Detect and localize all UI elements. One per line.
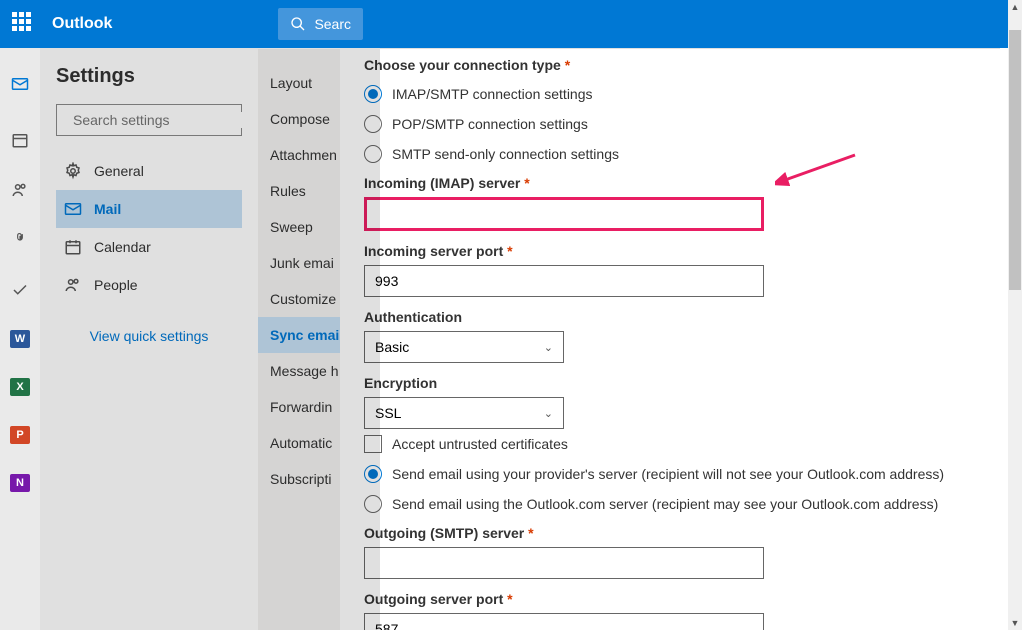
subitem-junk-email[interactable]: Junk emai [258,245,340,281]
radio-label: IMAP/SMTP connection settings [392,86,593,102]
scroll-down-arrow[interactable]: ▼ [1008,616,1022,630]
left-app-rail: W X P N [0,48,40,630]
subitem-rules[interactable]: Rules [258,173,340,209]
incoming-port-input[interactable] [364,265,764,297]
subitem-sweep[interactable]: Sweep [258,209,340,245]
mail-icon [64,200,82,218]
subitem-subscriptions[interactable]: Subscripti [258,461,340,497]
authentication-select[interactable]: Basic ⌄ [364,331,564,363]
rail-mail-icon[interactable] [0,68,29,100]
incoming-server-label: Incoming (IMAP) server * [364,175,984,191]
gear-icon [64,162,82,180]
subitem-attachments[interactable]: Attachmen [258,137,340,173]
settings-form-area: Choose your connection type * IMAP/SMTP … [340,49,1000,630]
encryption-label: Encryption [364,375,984,391]
scrollbar[interactable]: ▲ ▼ [1008,0,1022,630]
scroll-thumb[interactable] [1009,30,1021,290]
settings-subitems-column: Layout Compose Attachmen Rules Sweep Jun… [258,49,340,630]
encryption-select[interactable]: SSL ⌄ [364,397,564,429]
checkbox-label: Accept untrusted certificates [392,436,568,452]
rail-onenote-icon[interactable]: N [10,474,30,492]
radio-label: SMTP send-only connection settings [392,146,619,162]
rail-people-icon[interactable] [10,180,30,200]
rail-files-icon[interactable] [10,230,30,250]
subitem-compose[interactable]: Compose [258,101,340,137]
subitem-automatic-replies[interactable]: Automatic [258,425,340,461]
rail-todo-icon[interactable] [10,280,30,300]
radio-label: Send email using your provider's server … [392,466,944,482]
app-top-bar: Outlook Searc [0,0,1022,48]
subitem-layout[interactable]: Layout [258,65,340,101]
category-calendar[interactable]: Calendar [56,228,242,266]
subitem-forwarding[interactable]: Forwardin [258,389,340,425]
radio-label: Send email using the Outlook.com server … [392,496,938,512]
radio-smtp-only[interactable]: SMTP send-only connection settings [364,145,984,163]
outgoing-server-input[interactable] [364,547,764,579]
rail-calendar-icon[interactable] [10,130,30,150]
incoming-server-input[interactable] [364,197,764,231]
incoming-port-label: Incoming server port * [364,243,984,259]
radio-send-provider[interactable]: Send email using your provider's server … [364,465,984,483]
radio-label: POP/SMTP connection settings [392,116,588,132]
chevron-down-icon: ⌄ [544,341,553,354]
category-label: Calendar [94,239,151,255]
checkbox-icon [364,435,382,453]
category-general[interactable]: General [56,152,242,190]
brand-label: Outlook [52,15,112,33]
app-launcher-icon[interactable] [12,12,36,36]
subitem-customize[interactable]: Customize [258,281,340,317]
outgoing-server-label: Outgoing (SMTP) server * [364,525,984,541]
calendar-icon [64,238,82,256]
radio-icon [364,85,382,103]
rail-excel-icon[interactable]: X [10,378,30,396]
settings-panel: Settings General Mail Calendar People Vi… [40,48,1000,630]
connection-type-label: Choose your connection type * [364,57,984,73]
settings-title: Settings [56,65,242,88]
outgoing-port-input[interactable] [364,613,764,630]
people-icon [64,276,82,294]
category-label: Mail [94,201,121,217]
global-search[interactable]: Searc [278,8,363,40]
search-icon [290,16,306,32]
radio-send-outlook[interactable]: Send email using the Outlook.com server … [364,495,984,513]
view-quick-settings-link[interactable]: View quick settings [56,328,242,344]
select-value: SSL [375,405,401,421]
radio-icon [364,495,382,513]
category-mail[interactable]: Mail [56,190,242,228]
search-placeholder: Searc [314,16,351,32]
category-label: General [94,163,144,179]
accept-untrusted-checkbox[interactable]: Accept untrusted certificates [364,435,984,453]
radio-icon [364,465,382,483]
subitem-sync-email[interactable]: Sync emai [258,317,340,353]
rail-powerpoint-icon[interactable]: P [10,426,30,444]
outgoing-port-label: Outgoing server port * [364,591,984,607]
chevron-down-icon: ⌄ [544,407,553,420]
radio-icon [364,145,382,163]
radio-pop-smtp[interactable]: POP/SMTP connection settings [364,115,984,133]
category-label: People [94,277,138,293]
category-people[interactable]: People [56,266,242,304]
settings-search-input[interactable] [73,112,254,128]
settings-categories-column: Settings General Mail Calendar People Vi… [40,49,258,630]
scroll-up-arrow[interactable]: ▲ [1008,0,1022,14]
radio-icon [364,115,382,133]
settings-search-box[interactable] [56,104,242,136]
rail-word-icon[interactable]: W [10,330,30,348]
radio-imap-smtp[interactable]: IMAP/SMTP connection settings [364,85,984,103]
subitem-message-handling[interactable]: Message h [258,353,340,389]
authentication-label: Authentication [364,309,984,325]
select-value: Basic [375,339,409,355]
